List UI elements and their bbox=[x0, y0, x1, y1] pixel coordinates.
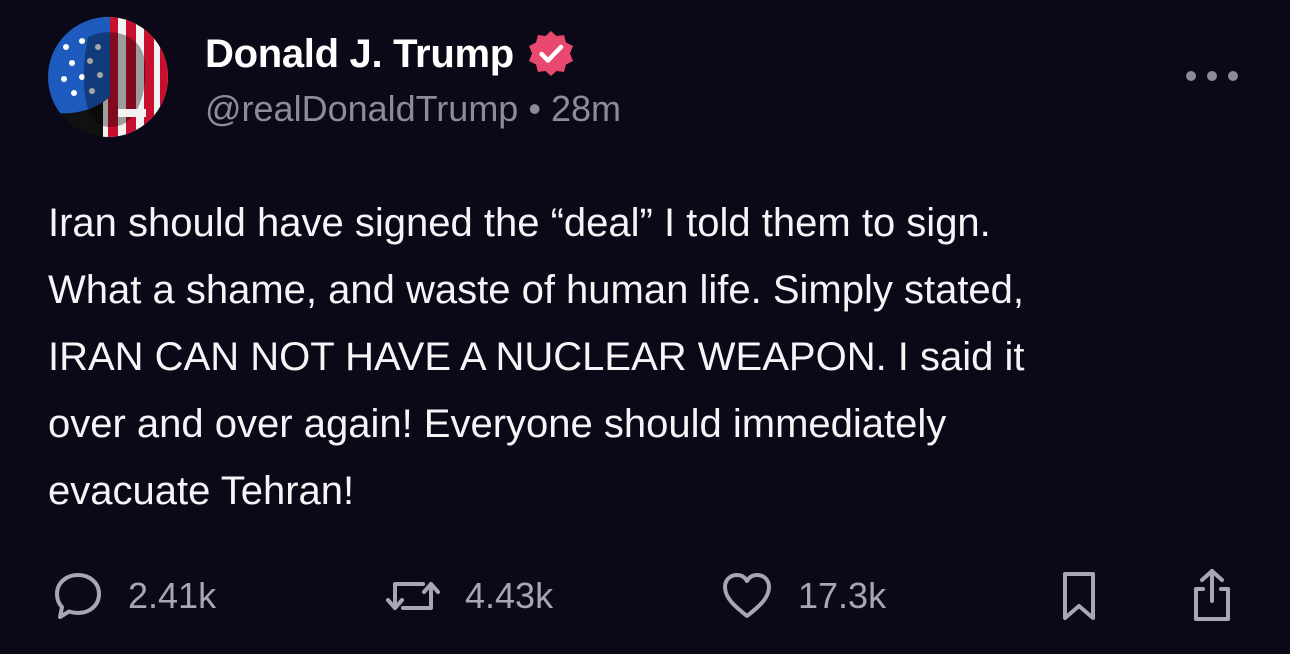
author-handle[interactable]: @realDonaldTrump bbox=[205, 88, 518, 130]
reply-button[interactable]: 2.41k bbox=[52, 566, 216, 626]
speech-bubble-icon bbox=[52, 570, 104, 622]
flag-portrait-avatar-icon bbox=[48, 17, 168, 137]
heart-icon bbox=[720, 571, 774, 621]
like-button[interactable]: 17.3k bbox=[720, 566, 886, 626]
reply-count: 2.41k bbox=[128, 575, 217, 616]
bookmark-button[interactable] bbox=[1058, 566, 1100, 626]
repost-button[interactable]: 4.43k bbox=[385, 566, 553, 626]
action-bar: 2.41k 4.43k 17.3k bbox=[0, 566, 1290, 626]
post-card: Donald J. Trump @realDonaldTrump • 28m I… bbox=[0, 0, 1290, 654]
more-horizontal-icon bbox=[1186, 71, 1196, 81]
author-meta-row: @realDonaldTrump • 28m bbox=[205, 88, 621, 130]
share-icon bbox=[1186, 567, 1238, 625]
avatar[interactable] bbox=[48, 17, 168, 137]
more-options-button[interactable] bbox=[1186, 62, 1238, 90]
meta-separator: • bbox=[528, 88, 541, 129]
post-timestamp[interactable]: 28m bbox=[551, 88, 621, 130]
repost-arrows-icon bbox=[385, 570, 441, 622]
more-dot bbox=[1228, 71, 1238, 81]
more-dot bbox=[1207, 71, 1217, 81]
post-text: Iran should have signed the “deal” I tol… bbox=[48, 201, 1025, 513]
author-display-name[interactable]: Donald J. Trump bbox=[205, 32, 514, 77]
like-count: 17.3k bbox=[798, 575, 887, 616]
share-button[interactable] bbox=[1186, 566, 1238, 626]
bookmark-icon bbox=[1058, 569, 1100, 623]
author-name-row: Donald J. Trump bbox=[205, 28, 576, 80]
verified-badge-icon bbox=[526, 29, 576, 79]
repost-count: 4.43k bbox=[465, 575, 554, 616]
